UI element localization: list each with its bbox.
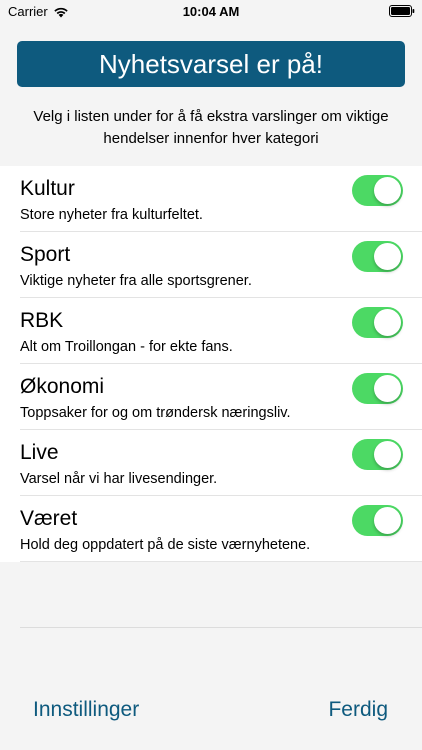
- varet-toggle[interactable]: [352, 505, 403, 536]
- category-description: Store nyheter fra kulturfeltet.: [20, 207, 203, 223]
- category-title: RBK: [20, 309, 64, 332]
- category-row-okonomi: Økonomi Toppsaker for og om trøndersk næ…: [0, 364, 422, 430]
- category-row-rbk: RBK Alt om Troillongan - for ekte fans.: [0, 298, 422, 364]
- settings-button[interactable]: Innstillinger: [33, 698, 139, 722]
- category-description: Varsel når vi har livesendinger.: [20, 471, 218, 487]
- category-list: Kultur Store nyheter fra kulturfeltet. S…: [0, 166, 422, 562]
- category-row-varet: Været Hold deg oppdatert på de siste vær…: [0, 496, 422, 562]
- toggle-knob: [374, 309, 401, 336]
- category-description: Alt om Troillongan - for ekte fans.: [20, 339, 233, 355]
- category-title: Live: [20, 441, 59, 464]
- battery-icon: [389, 5, 415, 17]
- status-time: 10:04 AM: [182, 4, 240, 19]
- category-row-live: Live Varsel når vi har livesendinger.: [0, 430, 422, 496]
- category-row-sport: Sport Viktige nyheter fra alle sportsgre…: [0, 232, 422, 298]
- notification-status-banner: Nyhetsvarsel er på!: [17, 41, 405, 87]
- category-description: Toppsaker for og om trøndersk næringsliv…: [20, 405, 291, 421]
- rbk-toggle[interactable]: [352, 307, 403, 338]
- category-title: Kultur: [20, 177, 75, 200]
- category-title: Sport: [20, 243, 71, 266]
- category-title: Økonomi: [20, 375, 105, 398]
- toggle-knob: [374, 177, 401, 204]
- category-description: Viktige nyheter fra alle sportsgrener.: [20, 273, 252, 289]
- done-button[interactable]: Ferdig: [328, 698, 388, 722]
- toggle-knob: [374, 507, 401, 534]
- intro-text: Velg i listen under for å få ekstra vars…: [33, 108, 389, 147]
- kultur-toggle[interactable]: [352, 175, 403, 206]
- category-row-kultur: Kultur Store nyheter fra kulturfeltet.: [0, 166, 422, 232]
- toggle-knob: [374, 375, 401, 402]
- sport-toggle[interactable]: [352, 241, 403, 272]
- toggle-knob: [374, 441, 401, 468]
- live-toggle[interactable]: [352, 439, 403, 470]
- toggle-knob: [374, 243, 401, 270]
- bottom-toolbar: Innstillinger Ferdig: [0, 690, 422, 730]
- status-bar: Carrier 10:04 AM: [0, 0, 422, 22]
- okonomi-toggle[interactable]: [352, 373, 403, 404]
- category-title: Været: [20, 507, 78, 530]
- divider: [20, 627, 422, 628]
- category-description: Hold deg oppdatert på de siste værnyhete…: [20, 537, 311, 553]
